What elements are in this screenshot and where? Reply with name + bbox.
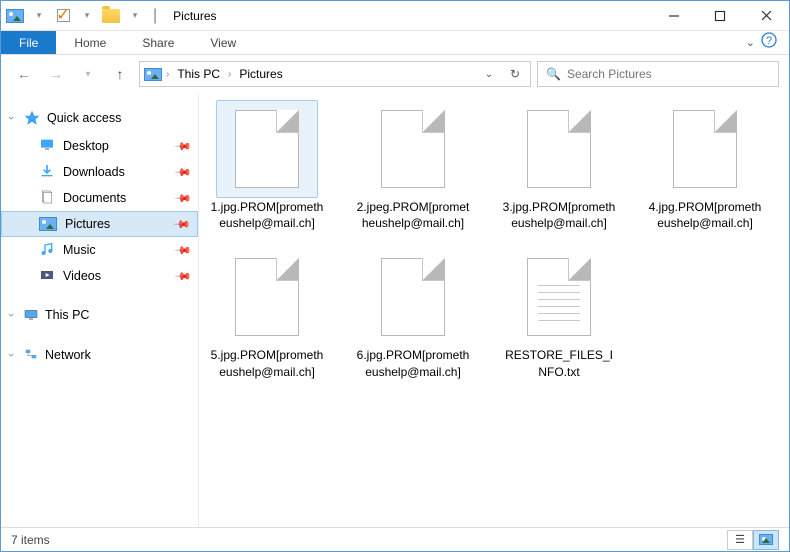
icons-view-button[interactable] [753, 530, 779, 550]
sidebar-network[interactable]: Network [1, 343, 198, 369]
pin-icon: 📌 [174, 267, 193, 286]
sidebar: Quick access Desktop📌Downloads📌Documents… [1, 93, 199, 527]
sidebar-item-documents[interactable]: Documents 📌 [1, 185, 198, 211]
file-label: 1.jpg.PROM[prometheushelp@mail.ch] [209, 199, 325, 231]
forward-button[interactable]: → [43, 61, 69, 87]
location-icon [144, 68, 162, 81]
refresh-icon[interactable]: ↻ [504, 67, 526, 81]
file-item[interactable]: 4.jpg.PROM[prometheushelp@mail.ch] [647, 101, 763, 231]
search-icon: 🔍 [546, 67, 561, 81]
downloads-icon [39, 163, 55, 182]
chevron-right-icon[interactable]: › [166, 69, 169, 80]
search-input[interactable] [567, 67, 770, 81]
chevron-right-icon[interactable]: › [228, 69, 231, 80]
up-button[interactable]: ↑ [107, 61, 133, 87]
pc-icon [23, 307, 39, 323]
app-icon[interactable] [4, 5, 26, 27]
file-tab[interactable]: File [1, 31, 56, 54]
desktop-icon [39, 137, 55, 156]
maximize-button[interactable] [697, 1, 743, 31]
sidebar-item-music[interactable]: Music 📌 [1, 237, 198, 263]
qat-dropdown-icon[interactable]: ▾ [76, 5, 98, 27]
file-label: 5.jpg.PROM[prometheushelp@mail.ch] [209, 347, 325, 379]
file-icon [217, 249, 317, 345]
pin-icon: 📌 [174, 189, 193, 208]
music-icon [39, 241, 55, 260]
file-icon [509, 249, 609, 345]
checkbox-icon[interactable]: ✓ [52, 5, 74, 27]
file-grid: 1.jpg.PROM[prometheushelp@mail.ch] 2.jpeg… [209, 101, 779, 380]
title-separator: | [153, 7, 157, 25]
network-icon [23, 347, 39, 363]
sidebar-this-pc[interactable]: This PC [1, 303, 198, 329]
tab-share[interactable]: Share [124, 31, 192, 54]
videos-icon [39, 267, 55, 286]
file-item[interactable]: 6.jpg.PROM[prometheushelp@mail.ch] [355, 249, 471, 379]
status-bar: 7 items ☰ [1, 527, 789, 551]
sidebar-item-pictures[interactable]: Pictures 📌 [1, 211, 198, 237]
pin-icon: 📌 [174, 137, 193, 156]
pictures-icon [39, 217, 57, 231]
ribbon: File Home Share View ⌄ ? [1, 31, 789, 55]
expand-ribbon-icon[interactable]: ⌄ [746, 36, 755, 49]
sidebar-quick-access[interactable]: Quick access [1, 105, 198, 133]
pin-icon: 📌 [174, 241, 193, 260]
pin-icon: 📌 [174, 163, 193, 182]
file-label: 2.jpeg.PROM[prometheushelp@mail.ch] [355, 199, 471, 231]
window-title: Pictures [173, 9, 216, 23]
file-item[interactable]: 5.jpg.PROM[prometheushelp@mail.ch] [209, 249, 325, 379]
minimize-button[interactable] [651, 1, 697, 31]
nav-toolbar: ← → ▾ ↑ › This PC › Pictures ⌄ ↻ 🔍 [1, 55, 789, 93]
history-dropdown-icon[interactable]: ▾ [75, 61, 101, 87]
file-icon [363, 101, 463, 197]
titlebar: ▾ ✓ ▾ ▾ | Pictures [1, 1, 789, 31]
star-icon [23, 109, 41, 127]
address-bar[interactable]: › This PC › Pictures ⌄ ↻ [139, 61, 531, 87]
tab-view[interactable]: View [192, 31, 254, 54]
documents-icon [39, 189, 55, 208]
pin-icon: 📌 [173, 215, 192, 234]
file-label: RESTORE_FILES_INFO.txt [501, 347, 617, 379]
file-item[interactable]: 2.jpeg.PROM[prometheushelp@mail.ch] [355, 101, 471, 231]
file-icon [217, 101, 317, 197]
details-view-button[interactable]: ☰ [727, 530, 753, 550]
file-icon [509, 101, 609, 197]
close-button[interactable] [743, 1, 789, 31]
quick-access-toolbar: ▾ ✓ ▾ ▾ [3, 5, 147, 27]
sidebar-item-label: Documents [63, 191, 126, 205]
file-icon [363, 249, 463, 345]
folder-icon[interactable] [100, 5, 122, 27]
sidebar-item-label: Videos [63, 269, 101, 283]
file-item[interactable]: RESTORE_FILES_INFO.txt [501, 249, 617, 379]
file-label: 3.jpg.PROM[prometheushelp@mail.ch] [501, 199, 617, 231]
sidebar-item-downloads[interactable]: Downloads 📌 [1, 159, 198, 185]
file-item[interactable]: 3.jpg.PROM[prometheushelp@mail.ch] [501, 101, 617, 231]
search-box[interactable]: 🔍 [537, 61, 779, 87]
file-label: 4.jpg.PROM[prometheushelp@mail.ch] [647, 199, 763, 231]
sidebar-item-videos[interactable]: Videos 📌 [1, 263, 198, 289]
sidebar-item-label: Pictures [65, 217, 110, 231]
help-icon[interactable]: ? [761, 32, 777, 53]
qat-dropdown-icon[interactable]: ▾ [28, 5, 50, 27]
sidebar-item-desktop[interactable]: Desktop 📌 [1, 133, 198, 159]
breadcrumb-folder[interactable]: Pictures [235, 65, 286, 83]
address-dropdown-icon[interactable]: ⌄ [478, 69, 500, 80]
tab-home[interactable]: Home [56, 31, 124, 54]
qat-dropdown-icon[interactable]: ▾ [124, 5, 146, 27]
content-area[interactable]: 1.jpg.PROM[prometheushelp@mail.ch] 2.jpeg… [199, 93, 789, 527]
file-item[interactable]: 1.jpg.PROM[prometheushelp@mail.ch] [209, 101, 325, 231]
item-count: 7 items [11, 533, 50, 547]
sidebar-item-label: Music [63, 243, 96, 257]
sidebar-item-label: Downloads [63, 165, 125, 179]
breadcrumb-root[interactable]: This PC [173, 65, 224, 83]
sidebar-item-label: Desktop [63, 139, 109, 153]
svg-text:?: ? [766, 35, 772, 47]
back-button[interactable]: ← [11, 61, 37, 87]
file-icon [655, 101, 755, 197]
file-label: 6.jpg.PROM[prometheushelp@mail.ch] [355, 347, 471, 379]
